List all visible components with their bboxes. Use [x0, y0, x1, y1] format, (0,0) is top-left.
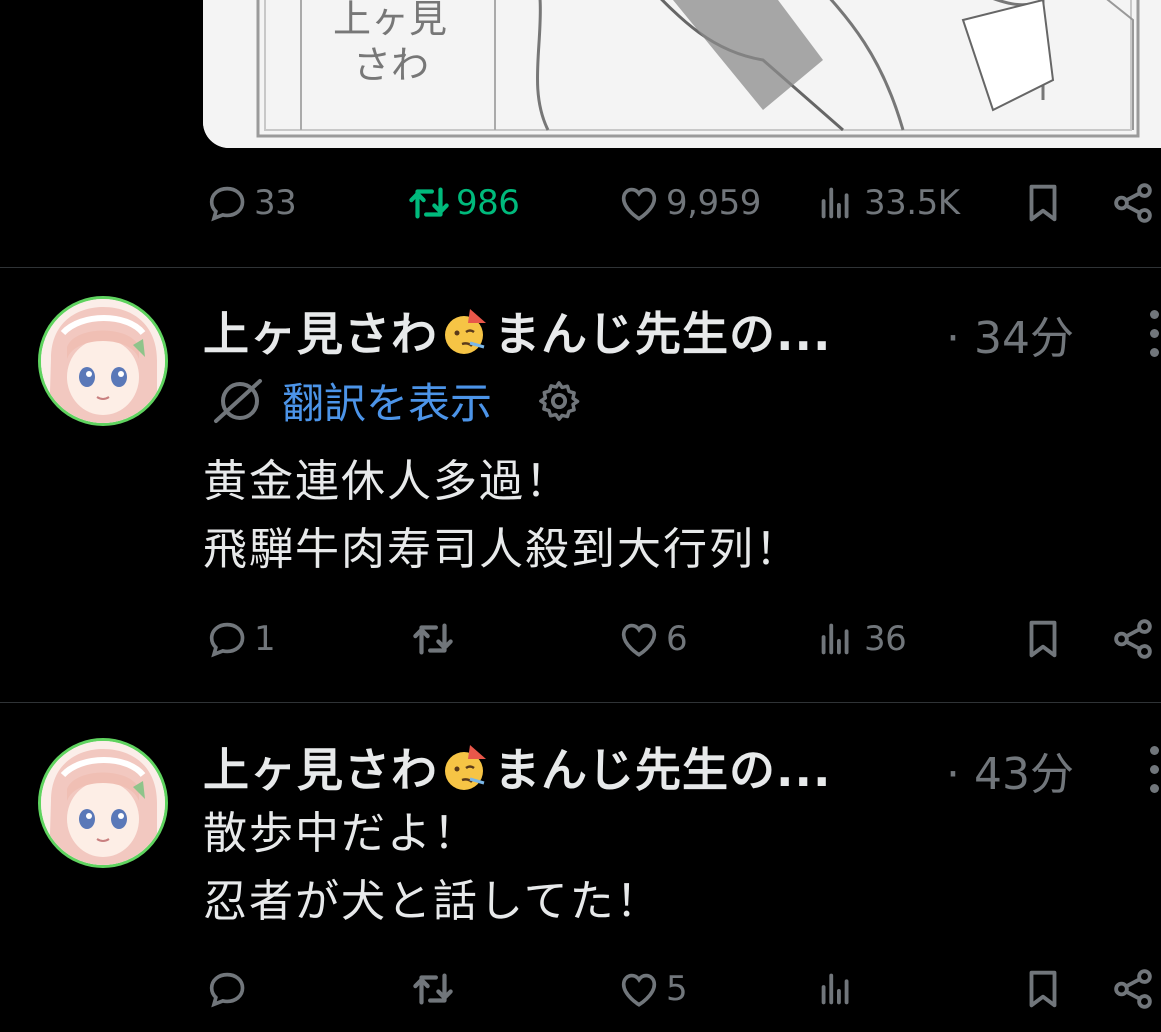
translate-icon [214, 378, 262, 423]
more-icon [1150, 310, 1159, 319]
translate-row[interactable]: 翻訳を表示 [210, 370, 582, 431]
like-icon [621, 623, 657, 657]
share-button[interactable] [1110, 616, 1156, 662]
reply-button[interactable] [204, 966, 250, 1012]
post-media-image[interactable]: 上ヶ見 さわ [203, 0, 1161, 148]
bookmark-button[interactable] [1020, 180, 1066, 226]
repost-button[interactable] [410, 616, 456, 662]
like-count: 5 [666, 969, 688, 1009]
post-time: 43分 [974, 749, 1074, 800]
gear-icon[interactable] [536, 378, 582, 424]
post-text-line: 忍者が犬と話してた！ [203, 876, 662, 927]
like-button[interactable]: 9,959 [616, 180, 761, 226]
author-display-name: 上ヶ見さわ [203, 743, 438, 797]
party-emoji [445, 309, 486, 354]
share-icon [1114, 619, 1152, 659]
author-name[interactable]: 上ヶ見さわ まんじ先生の... [203, 298, 831, 364]
translate-link[interactable]: 翻訳を表示 [282, 370, 492, 431]
post-timestamp[interactable]: · 34分 [946, 302, 1074, 366]
bookmark-icon [1029, 184, 1057, 222]
share-button[interactable] [1110, 966, 1156, 1012]
reply-count: 33 [254, 183, 297, 223]
bookmark-icon [1029, 620, 1057, 658]
like-count: 9,959 [666, 183, 761, 223]
like-button[interactable]: 5 [616, 966, 688, 1012]
repost-icon [413, 973, 453, 1005]
views-icon [821, 973, 849, 1005]
separator-dot: · [946, 749, 960, 800]
like-button[interactable]: 6 [616, 616, 688, 662]
top-post-actions: 33 986 9,959 33.5K [0, 180, 1161, 240]
avatar[interactable] [38, 738, 168, 868]
author-display-name: 上ヶ見さわ [203, 307, 438, 361]
bookmark-button[interactable] [1020, 966, 1066, 1012]
post-text-line: 飛騨牛肉寿司人殺到大行列！ [203, 524, 801, 575]
post-actions: 1 6 36 [0, 616, 1161, 676]
reply-button[interactable]: 1 [204, 616, 276, 662]
reply-button[interactable]: 33 [204, 180, 297, 226]
views-button[interactable]: 33.5K [814, 180, 960, 226]
post-text-line: 黄金連休人多過！ [203, 456, 571, 507]
more-icon [1150, 746, 1159, 755]
separator-dot: · [946, 313, 960, 364]
repost-button[interactable]: 986 [406, 180, 520, 226]
post-text-line: 散歩中だよ！ [203, 808, 479, 859]
like-icon [621, 187, 657, 221]
reply-count: 1 [254, 619, 276, 659]
share-icon [1114, 969, 1152, 1009]
more-button[interactable] [1146, 746, 1160, 803]
views-button[interactable] [814, 966, 860, 1012]
more-button[interactable] [1146, 310, 1160, 367]
bookmark-button[interactable] [1020, 616, 1066, 662]
views-icon [821, 623, 849, 655]
repost-icon [413, 623, 453, 655]
reply-icon [209, 186, 245, 222]
post-divider [0, 702, 1161, 703]
repost-button[interactable] [410, 966, 456, 1012]
bookmark-icon [1029, 970, 1057, 1008]
post-actions: 5 [0, 966, 1161, 1026]
post-divider [0, 267, 1161, 268]
views-icon [821, 187, 849, 219]
share-icon [1114, 183, 1152, 223]
post-text: 黄金連休人多過！ 飛騨牛肉寿司人殺到大行列！ [203, 448, 801, 584]
post-text: 散歩中だよ！ 忍者が犬と話してた！ [203, 800, 662, 936]
reply-icon [209, 972, 245, 1008]
views-count: 36 [864, 619, 907, 659]
reply-icon [209, 622, 245, 658]
repost-count: 986 [456, 183, 520, 223]
avatar[interactable] [38, 296, 168, 426]
author-name[interactable]: 上ヶ見さわ まんじ先生の... [203, 734, 831, 800]
svg-text:さわ: さわ [353, 43, 429, 87]
party-emoji [445, 745, 486, 790]
like-icon [621, 973, 657, 1007]
post-time: 34分 [974, 313, 1074, 364]
author-handle-truncated: まんじ先生の... [494, 307, 832, 361]
author-handle-truncated: まんじ先生の... [494, 743, 832, 797]
views-count: 33.5K [864, 183, 960, 223]
repost-icon [409, 187, 449, 219]
views-button[interactable]: 36 [814, 616, 907, 662]
like-count: 6 [666, 619, 688, 659]
share-button[interactable] [1110, 180, 1156, 226]
media-caption: 上ヶ見 [333, 0, 447, 41]
post-timestamp[interactable]: · 43分 [946, 738, 1074, 802]
